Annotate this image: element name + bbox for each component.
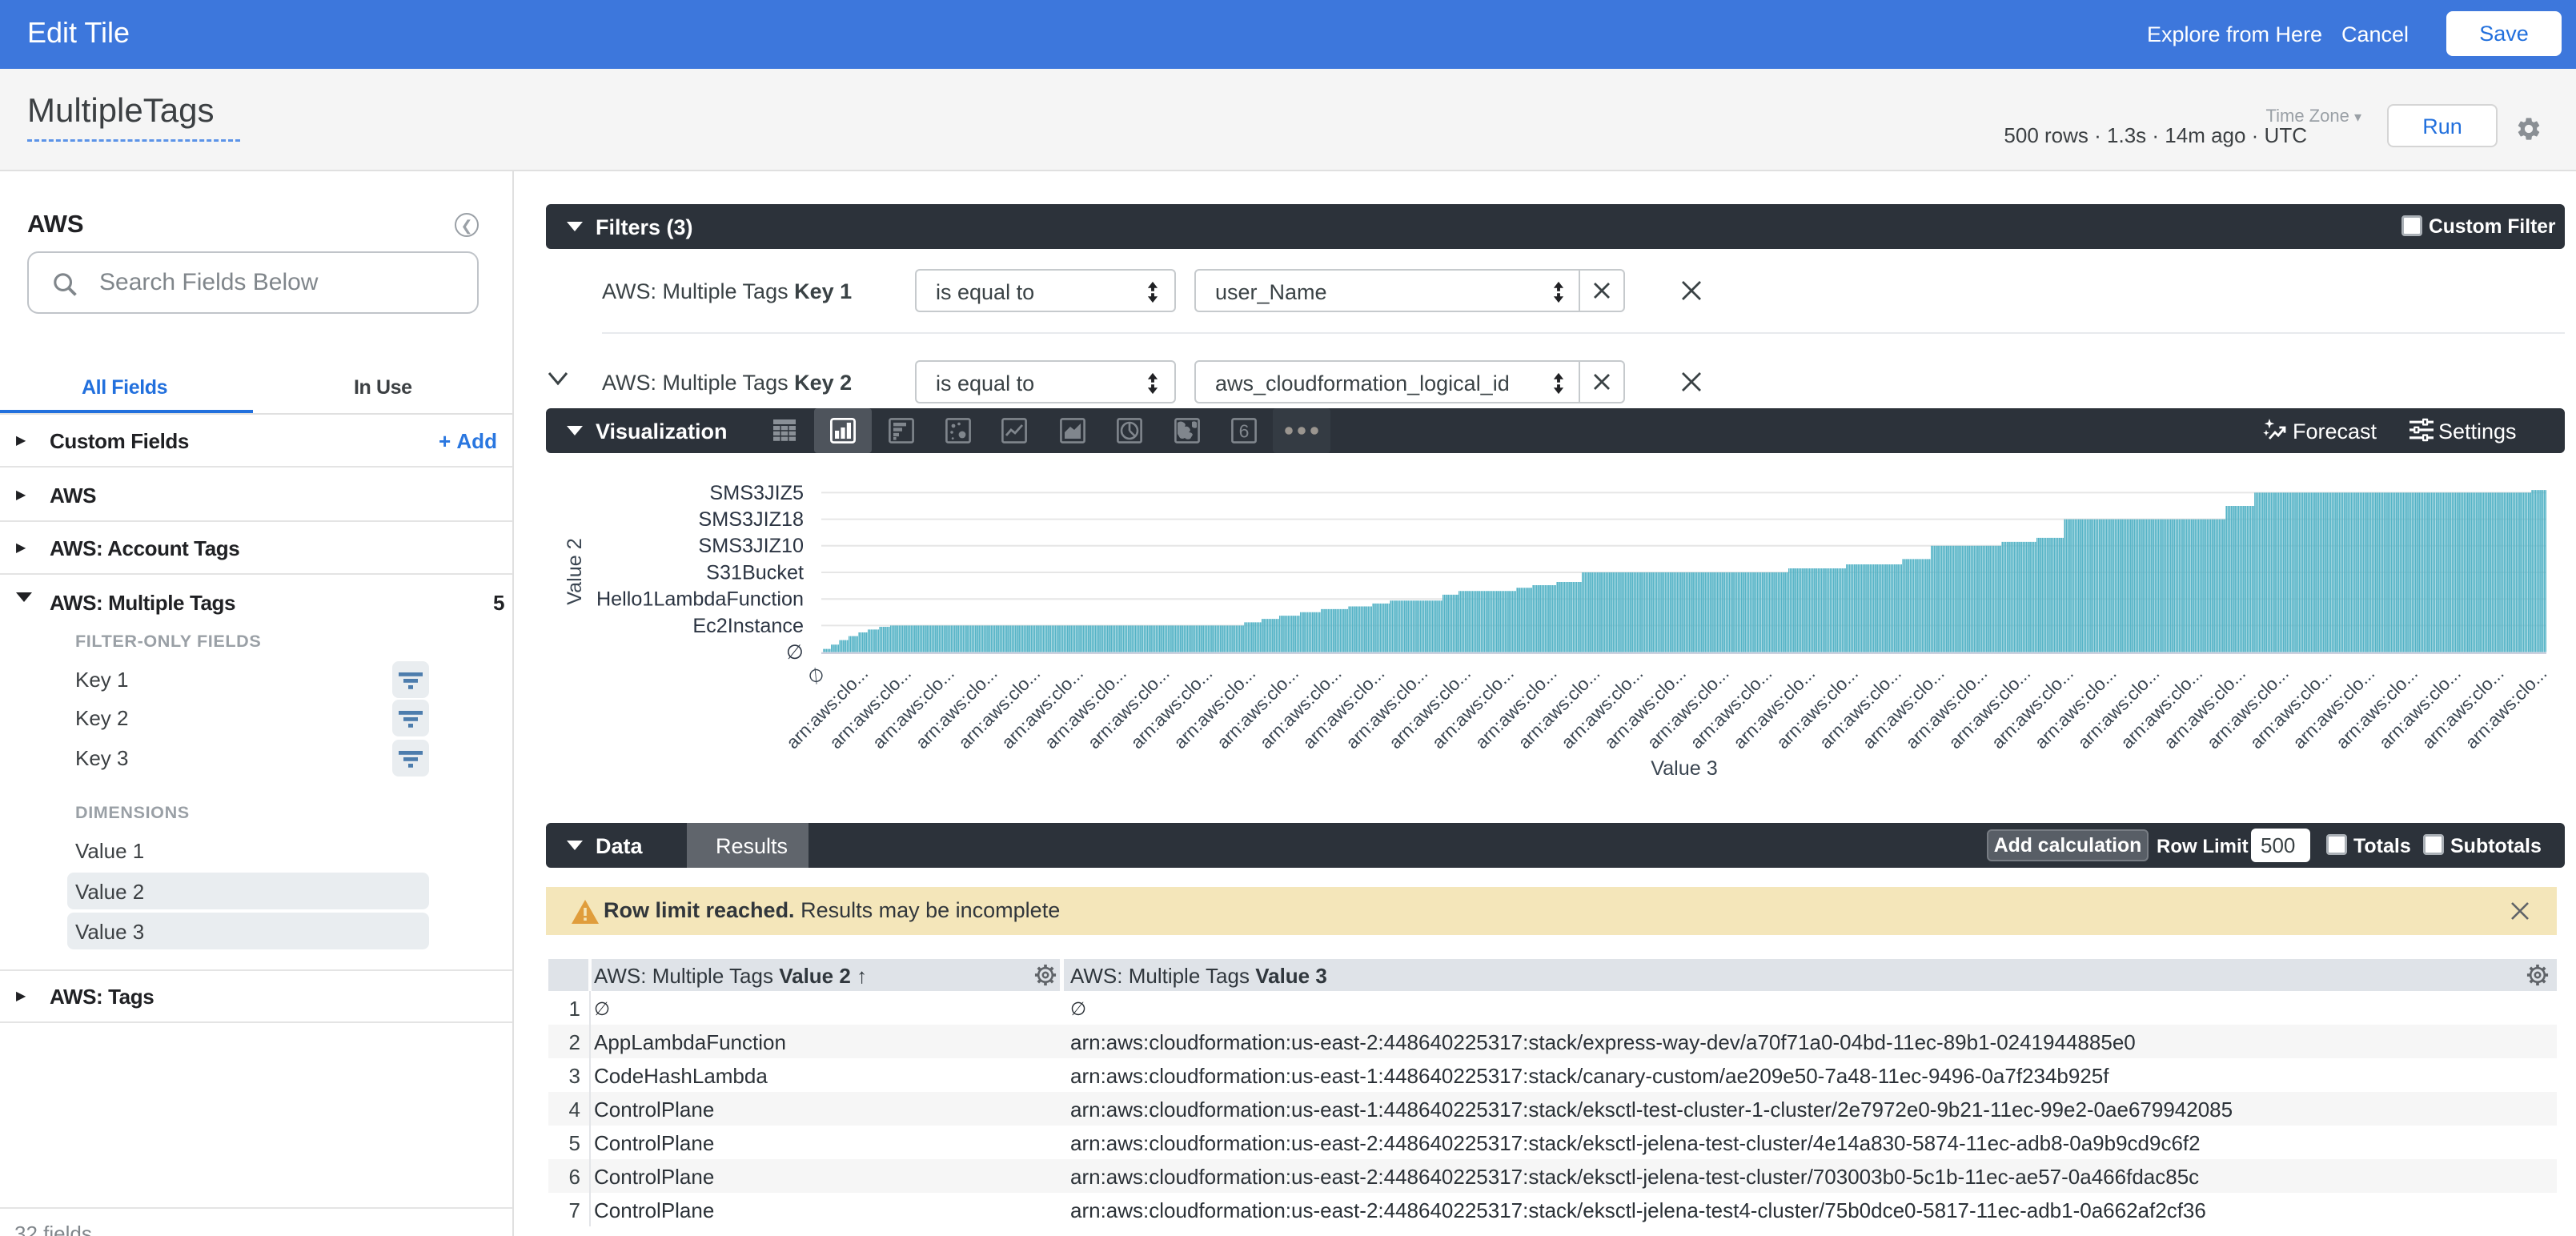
svg-text:SMS3JIZ10: SMS3JIZ10 — [698, 535, 804, 557]
svg-text:Ec2Instance: Ec2Instance — [692, 615, 804, 637]
svg-text:SMS3JIZ5: SMS3JIZ5 — [709, 482, 804, 504]
svg-text:∅: ∅ — [804, 663, 829, 688]
svg-text:∅: ∅ — [786, 641, 804, 664]
svg-text:Value 3: Value 3 — [1651, 757, 1718, 780]
svg-text:Hello1LambdaFunction: Hello1LambdaFunction — [596, 588, 804, 611]
svg-text:6: 6 — [1239, 420, 1250, 441]
svg-text:SMS3JIZ18: SMS3JIZ18 — [698, 508, 804, 531]
svg-text:S31Bucket: S31Bucket — [706, 561, 804, 584]
svg-text:Value 2: Value 2 — [564, 538, 586, 605]
